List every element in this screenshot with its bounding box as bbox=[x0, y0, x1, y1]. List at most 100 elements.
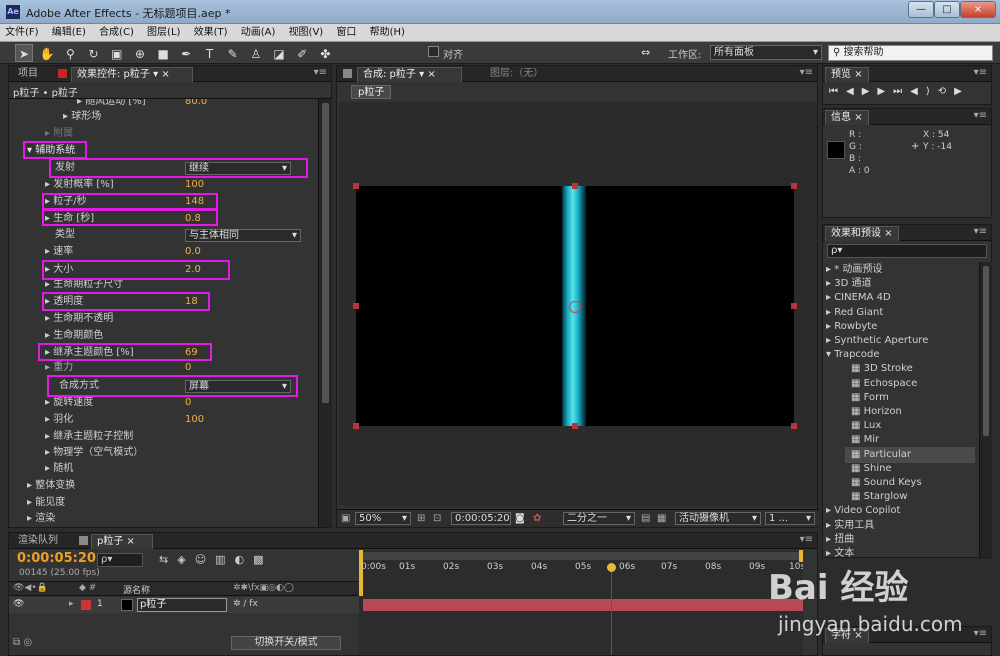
tab-character[interactable]: 字符 × bbox=[825, 628, 869, 643]
close-icon[interactable]: × bbox=[161, 69, 169, 80]
type-select[interactable]: 与主体相同 ▾ bbox=[185, 229, 301, 242]
property-group[interactable]: ▸ 整体变换 bbox=[27, 478, 75, 494]
close-icon[interactable]: × bbox=[854, 630, 862, 641]
panel-menu-icon[interactable]: ▾≡ bbox=[974, 67, 987, 78]
tab-effect-controls[interactable]: 效果控件: p粒子 ▾ × bbox=[71, 67, 193, 82]
expand-arrow-icon[interactable]: ▸ bbox=[69, 599, 74, 609]
selection-tool-icon[interactable]: ➤ bbox=[15, 44, 33, 62]
scrollbar-thumb[interactable] bbox=[322, 103, 329, 403]
show-channel-icon[interactable]: ✿ bbox=[533, 513, 541, 524]
menu-animation[interactable]: 动画(A) bbox=[236, 24, 281, 42]
audio-icon[interactable]: ◀) bbox=[910, 86, 938, 97]
workspace-select[interactable]: 所有面板 ▾ bbox=[710, 45, 822, 60]
help-search-input[interactable]: ⚲ 搜索帮助 bbox=[828, 45, 993, 61]
close-icon[interactable]: × bbox=[884, 228, 892, 239]
maximize-button[interactable]: □ bbox=[934, 1, 960, 18]
property-row[interactable]: ▸ 旋转速度 bbox=[45, 395, 93, 411]
selection-handle[interactable] bbox=[353, 303, 359, 309]
selection-handle[interactable] bbox=[791, 183, 797, 189]
always-preview-icon[interactable]: ▣ bbox=[341, 513, 350, 524]
tab-layer[interactable]: 图层:（无） bbox=[485, 67, 548, 82]
tab-effects-presets[interactable]: 效果和预设 × bbox=[825, 226, 899, 241]
effect-controls-scrollbar[interactable] bbox=[318, 99, 332, 527]
views-select[interactable]: 1 ... ▾ bbox=[765, 512, 815, 525]
hand-tool-icon[interactable]: ✋ bbox=[38, 45, 56, 63]
align-checkbox[interactable] bbox=[428, 46, 439, 57]
work-area-bar[interactable] bbox=[359, 552, 803, 560]
anchor-point-icon[interactable] bbox=[569, 301, 581, 313]
shy-icon[interactable]: ☺ bbox=[195, 553, 215, 566]
transparency-grid-icon[interactable]: ▦ bbox=[657, 513, 666, 524]
selection-handle[interactable] bbox=[791, 303, 797, 309]
effects-tree-item[interactable]: ▸ 文本 bbox=[826, 546, 854, 557]
menu-layer[interactable]: 图层(L) bbox=[142, 24, 185, 42]
playhead-handle[interactable] bbox=[607, 563, 616, 572]
property-row[interactable]: ▸ 球形场 bbox=[63, 109, 101, 125]
zoom-tool-icon[interactable]: ⚲ bbox=[61, 45, 79, 63]
close-icon[interactable]: × bbox=[427, 69, 435, 80]
selection-handle[interactable] bbox=[791, 423, 797, 429]
resolution-select[interactable]: 二分之一 ▾ bbox=[563, 512, 635, 525]
ram-preview-icon[interactable]: ▶ bbox=[954, 86, 970, 97]
selection-handle[interactable] bbox=[353, 183, 359, 189]
property-value[interactable]: 100 bbox=[185, 412, 204, 428]
effects-scrollbar[interactable] bbox=[979, 262, 992, 557]
eraser-tool-icon[interactable]: ◪ bbox=[270, 45, 288, 63]
camera-tool-icon[interactable]: ▣ bbox=[108, 45, 126, 63]
property-value[interactable]: 100 bbox=[185, 177, 204, 193]
roto-brush-tool-icon[interactable]: ✐ bbox=[293, 45, 311, 63]
timeline-footer-icons[interactable]: ⧉ ◎ bbox=[13, 637, 32, 648]
last-frame-icon[interactable]: ⏭ bbox=[893, 86, 910, 97]
layer-duration-bar[interactable] bbox=[363, 599, 803, 611]
property-row[interactable]: ▸ 生命期颜色 bbox=[45, 328, 103, 344]
comp-mini-flowchart-icon[interactable]: ⇆ bbox=[159, 553, 177, 566]
pan-behind-tool-icon[interactable]: ⊕ bbox=[131, 45, 149, 63]
prev-frame-icon[interactable]: ◀ bbox=[846, 86, 862, 97]
safe-zones-icon[interactable]: ⊡ bbox=[433, 513, 441, 524]
tab-composition[interactable]: 合成: p粒子 ▾ × bbox=[357, 67, 462, 82]
panel-menu-icon[interactable]: ▾≡ bbox=[800, 67, 813, 78]
brush-tool-icon[interactable]: ✎ bbox=[224, 45, 242, 63]
menu-composition[interactable]: 合成(C) bbox=[94, 24, 139, 42]
panel-menu-icon[interactable]: ▾≡ bbox=[974, 226, 987, 237]
zoom-select[interactable]: 50% ▾ bbox=[355, 512, 411, 525]
effects-search-input[interactable]: ρ▾ bbox=[827, 244, 987, 258]
menu-effect[interactable]: 效果(T) bbox=[189, 24, 233, 42]
draft-3d-icon[interactable]: ◈ bbox=[177, 553, 194, 566]
source-name-header[interactable]: 源名称 bbox=[123, 583, 150, 596]
close-icon[interactable]: × bbox=[854, 112, 862, 123]
rotate-tool-icon[interactable]: ↻ bbox=[85, 45, 103, 63]
selection-handle[interactable] bbox=[572, 183, 578, 189]
property-row[interactable]: ▸ 羽化 bbox=[45, 412, 73, 428]
puppet-pin-tool-icon[interactable]: ✤ bbox=[316, 45, 334, 63]
frame-blending-icon[interactable]: ▥ bbox=[215, 553, 234, 566]
property-row[interactable]: ▸ 物理学（空气模式） bbox=[45, 445, 143, 461]
property-row[interactable]: ▸ 速率 bbox=[45, 244, 73, 260]
panel-menu-icon[interactable]: ▾≡ bbox=[974, 110, 987, 121]
panel-menu-icon[interactable]: ▾≡ bbox=[974, 628, 987, 639]
motion-blur-icon[interactable]: ◐ bbox=[235, 553, 254, 566]
comp-viewer[interactable] bbox=[339, 102, 817, 506]
menu-view[interactable]: 视图(V) bbox=[284, 24, 329, 42]
property-group[interactable]: ▸ 渲染 bbox=[27, 511, 55, 527]
tab-info[interactable]: 信息 × bbox=[825, 110, 869, 125]
region-of-interest-icon[interactable]: ▤ bbox=[641, 513, 650, 524]
comp-canvas[interactable] bbox=[353, 183, 797, 429]
property-value[interactable]: 0.0 bbox=[185, 244, 201, 260]
toggle-switches-modes-button[interactable]: 切换开关/模式 bbox=[231, 636, 341, 650]
tab-render-queue[interactable]: 渲染队列 bbox=[13, 534, 63, 549]
panel-menu-icon[interactable]: ▾≡ bbox=[314, 67, 327, 78]
playhead-line[interactable] bbox=[611, 564, 612, 655]
property-row[interactable]: ▸ 随机 bbox=[45, 461, 73, 477]
panel-menu-icon[interactable]: ▾≡ bbox=[800, 534, 813, 545]
time-ruler[interactable]: 0:00s 01s 02s 03s 04s 05s 06s 07s 08s 09… bbox=[359, 562, 803, 582]
property-row[interactable]: ▸ 附属 bbox=[45, 126, 73, 142]
property-row[interactable]: ▸ 发射概率 [%] bbox=[45, 177, 114, 193]
property-row[interactable]: ▸ 继承主题粒子控制 bbox=[45, 429, 133, 445]
visibility-eye-icon[interactable]: 👁 bbox=[13, 599, 24, 609]
menu-edit[interactable]: 编辑(E) bbox=[47, 24, 91, 42]
property-value[interactable]: 0 bbox=[185, 395, 191, 411]
timeline-search-input[interactable]: ρ▾ bbox=[97, 553, 143, 567]
property-group[interactable]: ▸ 能见度 bbox=[27, 495, 65, 511]
first-frame-icon[interactable]: ⏮ bbox=[829, 86, 846, 97]
